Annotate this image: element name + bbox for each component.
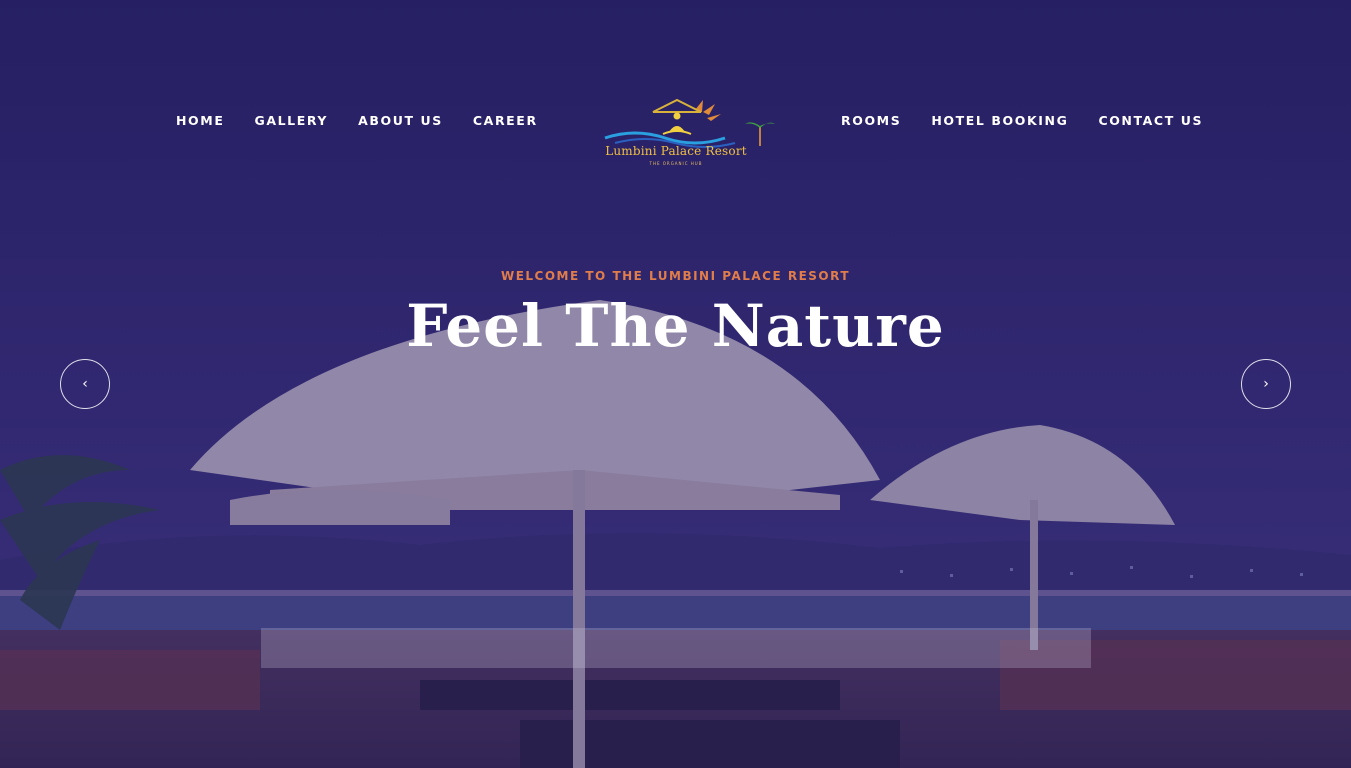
slider-next-button[interactable]: › (1241, 359, 1291, 409)
hero-slider: HOME GALLERY ABOUT US CAREER Lumbini Pal… (0, 0, 1351, 768)
logo-wordmark: Lumbini Palace Resort (605, 144, 747, 158)
nav-rooms-link[interactable]: ROOMS (841, 112, 901, 130)
nav-gallery-link[interactable]: GALLERY (254, 112, 328, 130)
booking-search-bar[interactable] (261, 628, 1091, 668)
nav-career-link[interactable]: CAREER (473, 112, 538, 130)
hero-welcome-text: WELCOME TO THE LUMBINI PALACE RESORT (500, 269, 851, 283)
nav-about-us-link[interactable]: ABOUT US (358, 112, 443, 130)
site-logo[interactable]: Lumbini Palace Resort THE ORGANIC HUB (575, 98, 777, 170)
chevron-right-icon: › (1263, 376, 1269, 392)
chevron-left-icon: ‹ (82, 376, 88, 392)
logo-tagline: THE ORGANIC HUB (649, 161, 703, 166)
main-nav-right: ROOMS HOTEL BOOKING CONTACT US (841, 112, 1233, 130)
main-nav-left: HOME GALLERY ABOUT US CAREER (176, 112, 568, 130)
hero-headline: Feel The Nature (406, 292, 945, 360)
nav-contact-us-link[interactable]: CONTACT US (1098, 112, 1203, 130)
slider-prev-button[interactable]: ‹ (60, 359, 110, 409)
nav-hotel-booking-link[interactable]: HOTEL BOOKING (931, 112, 1068, 130)
nav-home-link[interactable]: HOME (176, 112, 224, 130)
meditation-sun-logo-icon (604, 98, 775, 148)
